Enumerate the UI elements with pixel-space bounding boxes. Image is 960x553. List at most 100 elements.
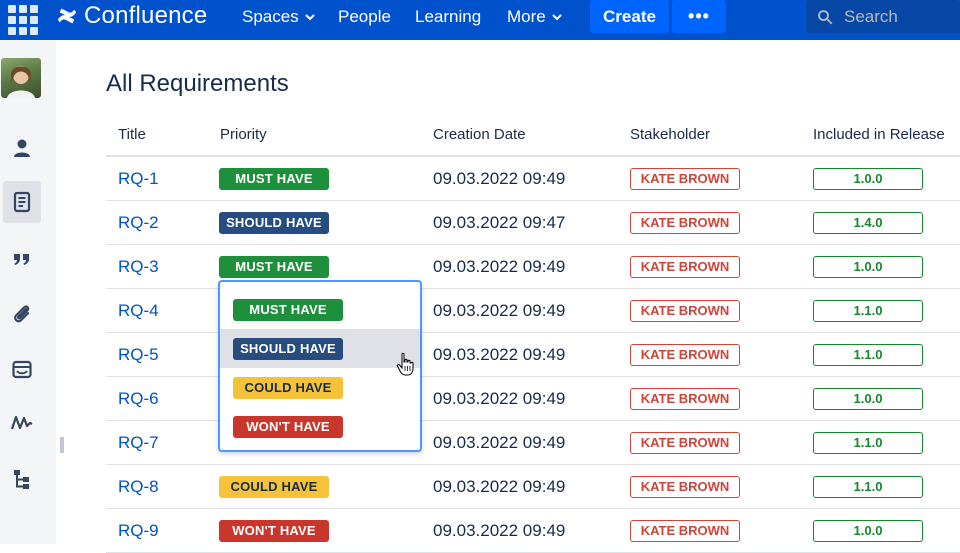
nav-learning[interactable]: Learning — [415, 7, 481, 27]
search-icon — [818, 9, 833, 24]
column-header-stakeholder[interactable]: Stakeholder — [630, 126, 710, 143]
title-cell: RQ-7 — [118, 421, 159, 464]
stakeholder-badge[interactable]: KATE BROWN — [630, 431, 740, 454]
dropdown-option-should-have[interactable]: SHOULD HAVE — [220, 329, 420, 368]
release-badge[interactable]: 1.0.0 — [813, 519, 923, 542]
release-cell[interactable]: 1.0.0 — [813, 377, 923, 420]
priority-cell[interactable]: MUST HAVE — [219, 157, 329, 200]
create-button[interactable]: Create — [590, 0, 669, 33]
release-cell[interactable]: 1.1.0 — [813, 333, 923, 376]
creation-date: 09.03.2022 09:49 — [433, 168, 566, 188]
release-cell[interactable]: 1.1.0 — [813, 465, 923, 508]
column-header-included-in-release[interactable]: Included in Release — [813, 126, 945, 143]
requirement-link[interactable]: RQ-3 — [118, 257, 159, 277]
avatar[interactable] — [1, 58, 41, 98]
stakeholder-badge[interactable]: KATE BROWN — [630, 299, 740, 322]
requirement-link[interactable]: RQ-4 — [118, 301, 159, 321]
calendar-icon[interactable] — [6, 353, 38, 385]
nav-people[interactable]: People — [338, 7, 391, 27]
stakeholder-badge[interactable]: KATE BROWN — [630, 343, 740, 366]
hand-cursor-icon — [396, 352, 414, 376]
release-cell[interactable]: 1.1.0 — [813, 289, 923, 332]
priority-badge: SHOULD HAVE — [233, 337, 343, 360]
stakeholder-cell[interactable]: KATE BROWN — [630, 245, 740, 288]
release-cell[interactable]: 1.0.0 — [813, 157, 923, 200]
tree-icon[interactable] — [6, 463, 38, 495]
table-header: Title Priority Creation Date Stakeholder… — [106, 113, 960, 157]
nav-spaces[interactable]: Spaces — [242, 7, 315, 27]
release-badge[interactable]: 1.0.0 — [813, 255, 923, 278]
table-row: RQ-2 SHOULD HAVE 09.03.2022 09:47 KATE BROW… — [106, 201, 960, 245]
release-badge[interactable]: 1.1.0 — [813, 299, 923, 322]
analytics-icon[interactable] — [6, 407, 38, 439]
release-cell[interactable]: 1.4.0 — [813, 201, 923, 244]
release-cell[interactable]: 1.0.0 — [813, 245, 923, 288]
requirement-link[interactable]: RQ-6 — [118, 389, 159, 409]
release-badge[interactable]: 1.1.0 — [813, 475, 923, 498]
priority-badge[interactable]: MUST HAVE — [219, 167, 329, 190]
stakeholder-cell[interactable]: KATE BROWN — [630, 289, 740, 332]
stakeholder-cell[interactable]: KATE BROWN — [630, 421, 740, 464]
priority-badge[interactable]: SHOULD HAVE — [219, 211, 329, 234]
stakeholder-cell[interactable]: KATE BROWN — [630, 201, 740, 244]
priority-cell[interactable]: WON'T HAVE — [219, 509, 329, 552]
stakeholder-badge[interactable]: KATE BROWN — [630, 475, 740, 498]
column-header-priority[interactable]: Priority — [220, 126, 267, 143]
priority-badge[interactable]: COULD HAVE — [219, 475, 329, 498]
priority-badge: WON'T HAVE — [233, 415, 343, 438]
priority-badge: MUST HAVE — [233, 298, 343, 321]
table-row: RQ-9 WON'T HAVE 09.03.2022 09:49 KATE BROWN… — [106, 509, 960, 553]
requirement-link[interactable]: RQ-8 — [118, 477, 159, 497]
creation-date-cell: 09.03.2022 09:49 — [433, 245, 565, 288]
app-switcher-icon[interactable] — [6, 3, 38, 35]
creation-date: 09.03.2022 09:49 — [433, 476, 566, 496]
stakeholder-badge[interactable]: KATE BROWN — [630, 211, 740, 234]
stakeholder-badge[interactable]: KATE BROWN — [630, 167, 740, 190]
chevron-down-icon — [304, 14, 315, 21]
title-cell: RQ-3 — [118, 245, 159, 288]
release-cell[interactable]: 1.0.0 — [813, 509, 923, 552]
requirement-link[interactable]: RQ-2 — [118, 213, 159, 233]
requirement-link[interactable]: RQ-7 — [118, 433, 159, 453]
requirement-link[interactable]: RQ-5 — [118, 345, 159, 365]
stakeholder-cell[interactable]: KATE BROWN — [630, 157, 740, 200]
stakeholder-cell[interactable]: KATE BROWN — [630, 333, 740, 376]
nav-more[interactable]: More — [507, 7, 562, 27]
requirement-link[interactable]: RQ-9 — [118, 521, 159, 541]
title-cell: RQ-6 — [118, 377, 159, 420]
person-icon[interactable] — [6, 132, 38, 164]
search-input[interactable]: Search — [806, 0, 960, 33]
stakeholder-cell[interactable]: KATE BROWN — [630, 509, 740, 552]
sidebar-resize-handle[interactable] — [60, 437, 64, 453]
dropdown-option-wont-have[interactable]: WON'T HAVE — [220, 407, 420, 446]
more-actions-button[interactable]: ••• — [672, 0, 726, 33]
confluence-logo[interactable]: Confluence — [56, 2, 208, 29]
release-badge[interactable]: 1.1.0 — [813, 343, 923, 366]
stakeholder-badge[interactable]: KATE BROWN — [630, 387, 740, 410]
priority-cell[interactable]: COULD HAVE — [219, 465, 329, 508]
requirement-link[interactable]: RQ-1 — [118, 169, 159, 189]
title-cell: RQ-9 — [118, 509, 159, 552]
release-badge[interactable]: 1.0.0 — [813, 387, 923, 410]
release-badge[interactable]: 1.0.0 — [813, 167, 923, 190]
table-row: RQ-8 COULD HAVE 09.03.2022 09:49 KATE BROWN… — [106, 465, 960, 509]
release-badge[interactable]: 1.1.0 — [813, 431, 923, 454]
priority-cell[interactable]: SHOULD HAVE — [219, 201, 329, 244]
column-header-title[interactable]: Title — [118, 126, 146, 143]
quote-icon[interactable] — [6, 242, 38, 274]
page-icon[interactable] — [3, 181, 41, 223]
stakeholder-badge[interactable]: KATE BROWN — [630, 255, 740, 278]
stakeholder-cell[interactable]: KATE BROWN — [630, 465, 740, 508]
release-badge[interactable]: 1.4.0 — [813, 211, 923, 234]
column-header-creation-date[interactable]: Creation Date — [433, 126, 526, 143]
stakeholder-cell[interactable]: KATE BROWN — [630, 377, 740, 420]
attachment-icon[interactable] — [6, 298, 38, 330]
priority-badge[interactable]: MUST HAVE — [219, 255, 329, 278]
dropdown-option-must-have[interactable]: MUST HAVE — [220, 290, 420, 329]
dropdown-option-could-have[interactable]: COULD HAVE — [220, 368, 420, 407]
stakeholder-badge[interactable]: KATE BROWN — [630, 519, 740, 542]
title-cell: RQ-1 — [118, 157, 159, 200]
release-cell[interactable]: 1.1.0 — [813, 421, 923, 464]
logo-text: Confluence — [84, 2, 208, 29]
priority-badge[interactable]: WON'T HAVE — [219, 519, 329, 542]
